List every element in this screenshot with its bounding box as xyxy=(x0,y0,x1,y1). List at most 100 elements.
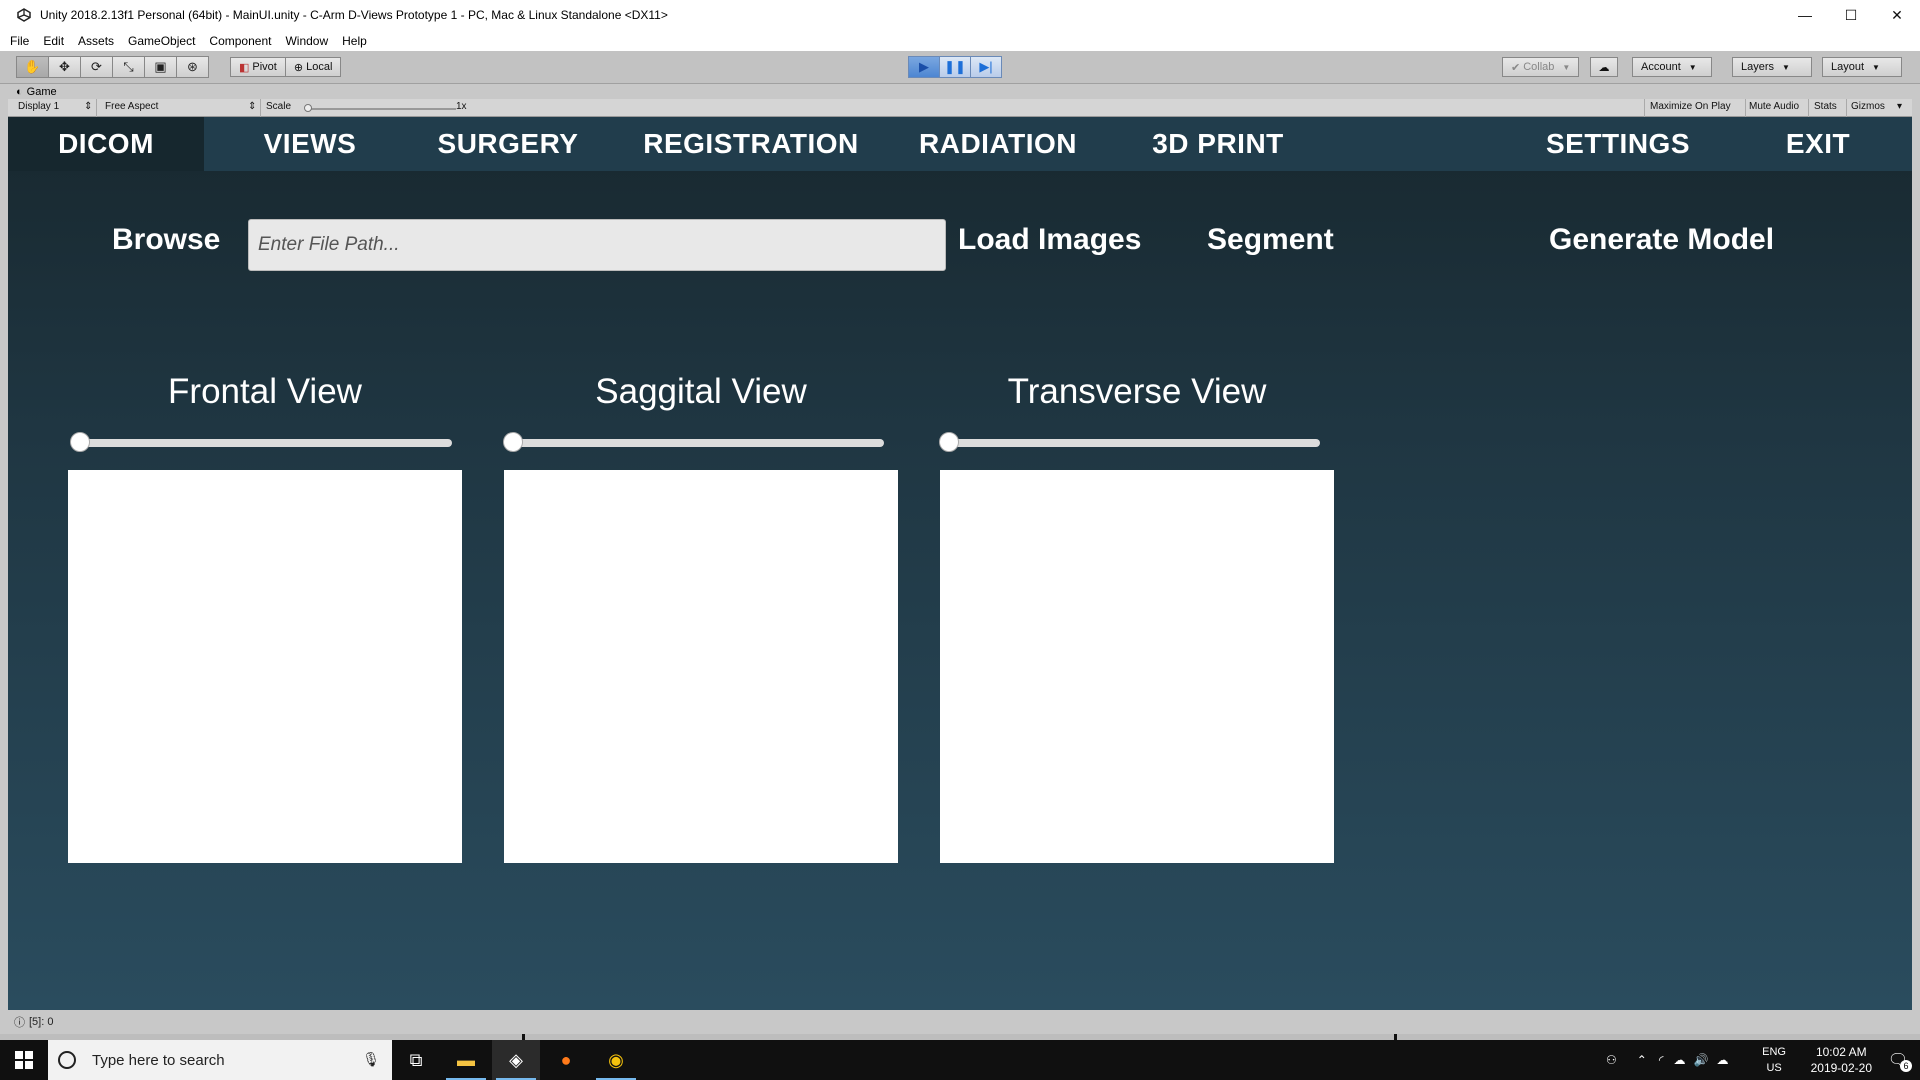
browse-button[interactable]: Browse xyxy=(112,223,220,257)
aspect-dropdown[interactable]: Free Aspect xyxy=(105,101,158,112)
step-button[interactable]: ▶| xyxy=(970,56,1002,78)
chevron-up-icon[interactable]: ⌃ xyxy=(1637,1053,1647,1067)
unity-logo-icon xyxy=(16,7,32,23)
frontal-view-title: Frontal View xyxy=(168,372,362,411)
rect-tool-icon[interactable]: ▣ xyxy=(144,56,177,78)
saggital-view-panel xyxy=(504,470,898,863)
status-text: [5]: 0 xyxy=(29,1016,54,1028)
menu-component[interactable]: Component xyxy=(209,34,271,48)
menu-help[interactable]: Help xyxy=(342,34,367,48)
pivot-icon: ◧ xyxy=(239,61,250,74)
chevron-down-icon: ▼ xyxy=(1872,62,1880,72)
generate-model-button[interactable]: Generate Model xyxy=(1549,223,1774,257)
menu-edit[interactable]: Edit xyxy=(43,34,64,48)
volume-icon[interactable]: 🔊 xyxy=(1693,1053,1708,1067)
collab-dropdown[interactable]: ✔ Collab ▼ xyxy=(1502,57,1580,77)
system-tray: ⚇ ⌃ ◜ ☁ 🔊 ☁ xyxy=(1606,1040,1728,1080)
window-titlebar: Unity 2018.2.13f1 Personal (64bit) - Mai… xyxy=(0,0,1920,30)
chevron-down-icon: ▼ xyxy=(1688,62,1697,72)
cloud-icon: ☁ xyxy=(1598,61,1610,74)
cloud-sync-icon[interactable]: ☁ xyxy=(1716,1053,1728,1067)
tab-registration[interactable]: REGISTRATION xyxy=(616,117,886,171)
file-explorer-taskbar-button[interactable]: ▬ xyxy=(442,1040,490,1080)
step-icon: ▶| xyxy=(979,59,993,74)
segment-button[interactable]: Segment xyxy=(1207,223,1334,257)
network-icon[interactable]: ◜ xyxy=(1659,1053,1664,1067)
account-dropdown[interactable]: Account ▼ xyxy=(1632,57,1712,77)
layout-dropdown[interactable]: Layout ▼ xyxy=(1822,57,1902,77)
minimize-button[interactable]: — xyxy=(1782,0,1828,30)
display-dropdown-arrow: ⇕ xyxy=(84,101,93,112)
pivot-button[interactable]: ◧ Pivot xyxy=(230,57,286,77)
gizmos-dropdown[interactable]: Gizmos xyxy=(1851,101,1885,112)
unity-taskbar-button[interactable]: ◈ xyxy=(492,1040,540,1080)
scale-slider-handle[interactable] xyxy=(304,104,312,112)
layers-dropdown[interactable]: Layers ▼ xyxy=(1732,57,1812,77)
maximize-button[interactable]: ☐ xyxy=(1828,0,1874,30)
taskbar-clock[interactable]: 10:02 AM 2019-02-20 xyxy=(1811,1044,1872,1076)
play-button[interactable]: ▶ xyxy=(908,56,940,78)
game-view-icon: ◐ xyxy=(16,85,23,98)
display-dropdown[interactable]: Display 1 xyxy=(18,101,59,112)
menu-gameobject[interactable]: GameObject xyxy=(128,34,195,48)
scale-value: 1x xyxy=(456,101,467,112)
tab-surgery[interactable]: SURGERY xyxy=(408,117,608,171)
saggital-slider-handle[interactable] xyxy=(503,432,523,452)
info-icon: ⓘ xyxy=(14,1017,25,1029)
local-icon: ⊕ xyxy=(293,61,304,74)
gizmos-dropdown-arrow: ▾ xyxy=(1897,101,1903,112)
stats-toggle[interactable]: Stats xyxy=(1814,101,1837,112)
chrome-taskbar-button[interactable]: ◉ xyxy=(592,1040,640,1080)
load-images-button[interactable]: Load Images xyxy=(958,223,1141,257)
firefox-icon: ● xyxy=(560,1049,572,1070)
cloud-button[interactable]: ☁ xyxy=(1590,57,1618,77)
saggital-slider-track[interactable] xyxy=(504,439,884,447)
people-icon[interactable]: ⚇ xyxy=(1606,1053,1617,1067)
play-controls: ▶ ❚❚ ▶| xyxy=(908,56,1002,78)
tab-radiation[interactable]: RADIATION xyxy=(898,117,1098,171)
hand-tool-icon[interactable]: ✋ xyxy=(16,56,49,78)
task-view-button[interactable]: ⧉ xyxy=(392,1040,440,1080)
onedrive-icon[interactable]: ☁ xyxy=(1673,1053,1685,1067)
language-code: ENG xyxy=(1762,1046,1786,1058)
frontal-slider-handle[interactable] xyxy=(70,432,90,452)
language-indicator[interactable]: ENG US xyxy=(1762,1044,1786,1076)
tab-views[interactable]: VIEWS xyxy=(220,117,400,171)
menu-assets[interactable]: Assets xyxy=(78,34,114,48)
tab-exit[interactable]: EXIT xyxy=(1738,117,1898,171)
transverse-slider-track[interactable] xyxy=(940,439,1320,447)
start-button[interactable] xyxy=(0,1040,48,1080)
transverse-slider-handle[interactable] xyxy=(939,432,959,452)
game-view-tab[interactable]: ◐ Game xyxy=(8,84,1912,99)
chrome-icon: ◉ xyxy=(608,1049,624,1070)
maximize-on-play-toggle[interactable]: Maximize On Play xyxy=(1650,101,1731,112)
move-tool-icon[interactable]: ✥ xyxy=(48,56,81,78)
clock-time: 10:02 AM xyxy=(1815,1045,1867,1059)
unity-icon: ◈ xyxy=(509,1049,523,1070)
microphone-icon[interactable]: 🎙 xyxy=(362,1051,380,1068)
pause-button[interactable]: ❚❚ xyxy=(939,56,971,78)
scale-tool-icon[interactable]: ⤡ xyxy=(112,56,145,78)
transverse-view-title: Transverse View xyxy=(1007,372,1267,411)
local-button[interactable]: ⊕ Local xyxy=(284,57,342,77)
taskbar-search-box[interactable]: Type here to search 🎙 xyxy=(48,1040,392,1080)
game-canvas: DICOM VIEWS SURGERY REGISTRATION RADIATI… xyxy=(8,117,1912,1010)
scale-slider-track[interactable] xyxy=(308,108,456,110)
menu-file[interactable]: File xyxy=(10,34,29,48)
game-view-options: Display 1 ⇕ Free Aspect ⇕ Scale 1x Maxim… xyxy=(8,99,1912,117)
transform-tool-icon[interactable]: ⊛ xyxy=(176,56,209,78)
close-button[interactable]: ✕ xyxy=(1874,0,1920,30)
mute-audio-toggle[interactable]: Mute Audio xyxy=(1749,101,1799,112)
transform-tools: ✋ ✥ ⟳ ⤡ ▣ ⊛ xyxy=(16,56,209,78)
tab-dicom[interactable]: DICOM xyxy=(8,117,204,171)
file-path-input[interactable] xyxy=(248,219,946,271)
frontal-slider-track[interactable] xyxy=(72,439,452,447)
check-icon: ✔ xyxy=(1511,61,1521,74)
menu-window[interactable]: Window xyxy=(285,34,328,48)
action-center-button[interactable]: 🗨 6 xyxy=(1884,1048,1912,1072)
tab-3d-print[interactable]: 3D PRINT xyxy=(1118,117,1318,171)
firefox-taskbar-button[interactable]: ● xyxy=(542,1040,590,1080)
task-view-icon: ⧉ xyxy=(409,1049,423,1070)
tab-settings[interactable]: SETTINGS xyxy=(1518,117,1718,171)
rotate-tool-icon[interactable]: ⟳ xyxy=(80,56,113,78)
